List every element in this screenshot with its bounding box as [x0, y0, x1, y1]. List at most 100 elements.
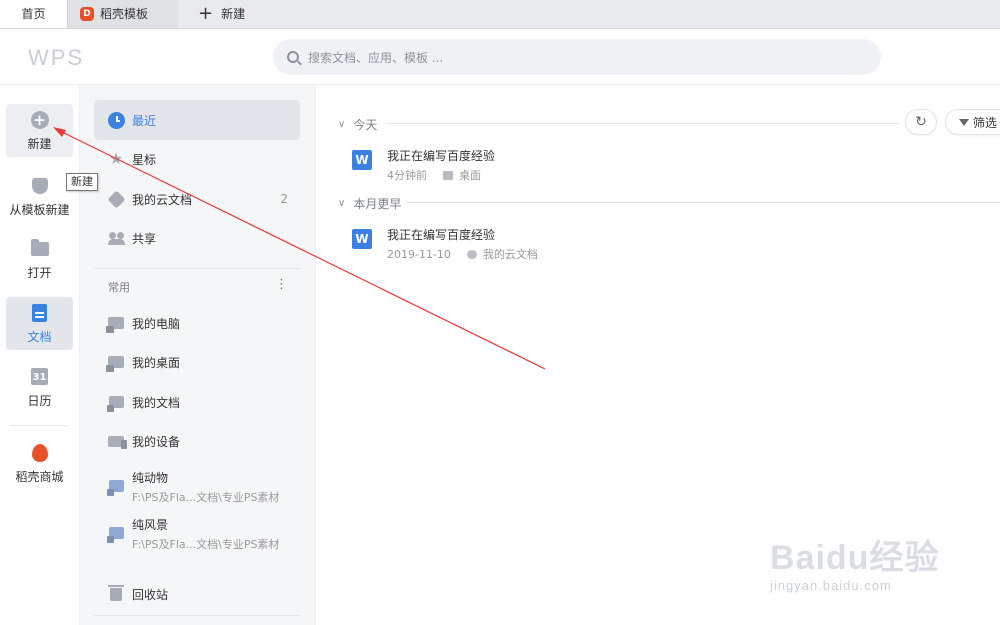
- device-icon: [107, 432, 127, 450]
- tab-bar: 首页 D 稻壳模板 + 新建: [0, 0, 1000, 29]
- nav-item-folder-animals[interactable]: 纯动物 F:\PS及Fla...文档\专业PS素材: [94, 465, 300, 509]
- search-placeholder: 搜索文档、应用、模板 ...: [308, 50, 444, 65]
- nav-item-label: 我的设备: [132, 434, 181, 449]
- calendar-icon: 31: [30, 367, 50, 387]
- rail-item-label: 从模板新建: [9, 202, 70, 217]
- rail-item-new[interactable]: + 新建: [6, 104, 73, 157]
- word-doc-icon: W: [352, 229, 372, 249]
- nav-item-path: F:\PS及Fla...文档\专业PS素材: [132, 491, 280, 504]
- rail-divider: [10, 425, 68, 426]
- nav-item-recycle-bin[interactable]: 回收站: [94, 574, 300, 614]
- file-name: 我正在编写百度经验: [387, 228, 496, 242]
- refresh-button[interactable]: ↻: [905, 109, 937, 135]
- nav-item-label: 纯动物: [132, 471, 169, 485]
- rail-item-label: 打开: [27, 265, 52, 280]
- trash-icon: [107, 584, 125, 603]
- rail-item-new-from-template[interactable]: 从模板新建: [6, 170, 73, 223]
- file-location: 我的云文档: [482, 248, 538, 261]
- main-content: ∨ 今天 ↻ 筛选 W 我正在编写百度经验 4分钟前 桌面 ∨ 本月更早 W 我…: [316, 85, 1000, 625]
- nav-item-my-documents[interactable]: 我的文档: [94, 382, 300, 422]
- circle-plus-icon: +: [30, 110, 50, 130]
- group-header-earlier-this-month[interactable]: ∨ 本月更早: [338, 195, 401, 212]
- nav-item-label: 星标: [132, 152, 157, 167]
- file-row[interactable]: W 我正在编写百度经验 4分钟前 桌面: [352, 147, 495, 183]
- chevron-down-icon: ∨: [338, 198, 346, 209]
- nav-item-folder-scenery[interactable]: 纯风景 F:\PS及Fla...文档\专业PS素材: [94, 512, 300, 556]
- left-rail: + 新建 从模板新建 打开 文档 31 日历 稻壳商城: [0, 85, 80, 625]
- nav-item-my-desktop[interactable]: 我的桌面: [94, 342, 300, 382]
- nav-item-label: 共享: [132, 231, 157, 246]
- nav-item-my-computer[interactable]: 我的电脑: [94, 303, 300, 343]
- nav-item-recent[interactable]: 最近: [94, 100, 300, 140]
- share-icon: [107, 229, 125, 247]
- nav-divider: [94, 615, 300, 616]
- rail-item-open[interactable]: 打开: [6, 233, 73, 286]
- search-icon: [287, 51, 299, 63]
- cloud-doc-count: 2: [280, 192, 288, 206]
- word-doc-icon: W: [352, 150, 372, 170]
- nav-item-label: 纯风景: [132, 518, 169, 532]
- tab-new-label: 新建: [221, 7, 246, 21]
- rail-item-docer-store[interactable]: 稻壳商城: [6, 437, 73, 490]
- star-icon: ★: [108, 149, 124, 168]
- rail-item-documents[interactable]: 文档: [6, 297, 73, 350]
- rail-item-label: 文档: [27, 329, 52, 344]
- tab-home[interactable]: 首页: [0, 0, 68, 28]
- tab-new[interactable]: + 新建: [178, 0, 245, 28]
- folder-shortcut-icon: [106, 477, 125, 496]
- tab-home-label: 首页: [21, 7, 46, 21]
- side-nav: 最近 ★ 星标 我的云文档 2 共享 常用 ⋮ 我的电脑 我的桌面 我的文档 我…: [80, 85, 316, 625]
- folder-icon: [30, 238, 50, 259]
- nav-item-my-devices[interactable]: 我的设备: [94, 421, 300, 461]
- group-divider: [406, 202, 1000, 203]
- refresh-icon: ↻: [915, 114, 927, 130]
- filter-label: 筛选: [973, 115, 998, 130]
- file-row[interactable]: W 我正在编写百度经验 2019-11-10 我的云文档: [352, 226, 538, 262]
- wps-logo: WPS: [28, 45, 85, 70]
- header: WPS 搜索文档、应用、模板 ...: [0, 29, 1000, 85]
- tab-docer-templates[interactable]: D 稻壳模板: [68, 0, 178, 28]
- rail-item-label: 新建: [27, 136, 52, 151]
- document-icon: [30, 303, 50, 323]
- docer-store-icon: [30, 443, 50, 463]
- file-location: 桌面: [459, 169, 481, 182]
- chevron-down-icon: ∨: [338, 119, 346, 130]
- more-icon[interactable]: ⋮: [275, 277, 288, 292]
- nav-item-label: 回收站: [132, 587, 169, 602]
- computer-icon: [106, 314, 125, 333]
- file-time: 2019-11-10: [387, 247, 451, 261]
- rail-item-label: 稻壳商城: [15, 469, 64, 484]
- nav-item-label: 我的电脑: [132, 316, 181, 331]
- nav-divider: [94, 268, 300, 269]
- nav-item-label: 我的云文档: [132, 192, 193, 207]
- group-title: 本月更早: [353, 197, 402, 211]
- nav-item-starred[interactable]: ★ 星标: [94, 139, 300, 179]
- nav-item-shared[interactable]: 共享: [94, 218, 300, 258]
- template-icon: [30, 176, 50, 196]
- file-time: 4分钟前: [387, 169, 427, 182]
- group-divider: [386, 123, 900, 124]
- nav-item-label: 最近: [132, 113, 157, 128]
- nav-item-cloud-docs[interactable]: 我的云文档 2: [94, 179, 300, 219]
- group-header-today[interactable]: ∨ 今天: [338, 116, 377, 133]
- nav-item-label: 我的文档: [132, 395, 181, 410]
- section-label-common: 常用: [108, 281, 130, 294]
- plus-icon: +: [198, 2, 214, 24]
- tab-docer-label: 稻壳模板: [100, 7, 149, 21]
- tooltip-new: 新建: [66, 173, 98, 191]
- my-docs-icon: [106, 393, 125, 412]
- file-name: 我正在编写百度经验: [387, 149, 496, 163]
- search-input[interactable]: 搜索文档、应用、模板 ...: [273, 39, 881, 75]
- nav-item-path: F:\PS及Fla...文档\专业PS素材: [132, 538, 280, 551]
- filter-icon: [959, 118, 969, 126]
- cloud-doc-icon: [106, 189, 126, 209]
- clock-icon: [107, 111, 125, 129]
- desktop-location-icon: [443, 170, 453, 180]
- nav-item-label: 我的桌面: [132, 355, 181, 370]
- cloud-location-icon: [466, 249, 477, 259]
- desktop-icon: [106, 353, 125, 372]
- docer-icon: D: [80, 6, 94, 21]
- filter-button[interactable]: 筛选: [945, 109, 1000, 135]
- rail-item-label: 日历: [27, 393, 52, 408]
- rail-item-calendar[interactable]: 31 日历: [6, 361, 73, 414]
